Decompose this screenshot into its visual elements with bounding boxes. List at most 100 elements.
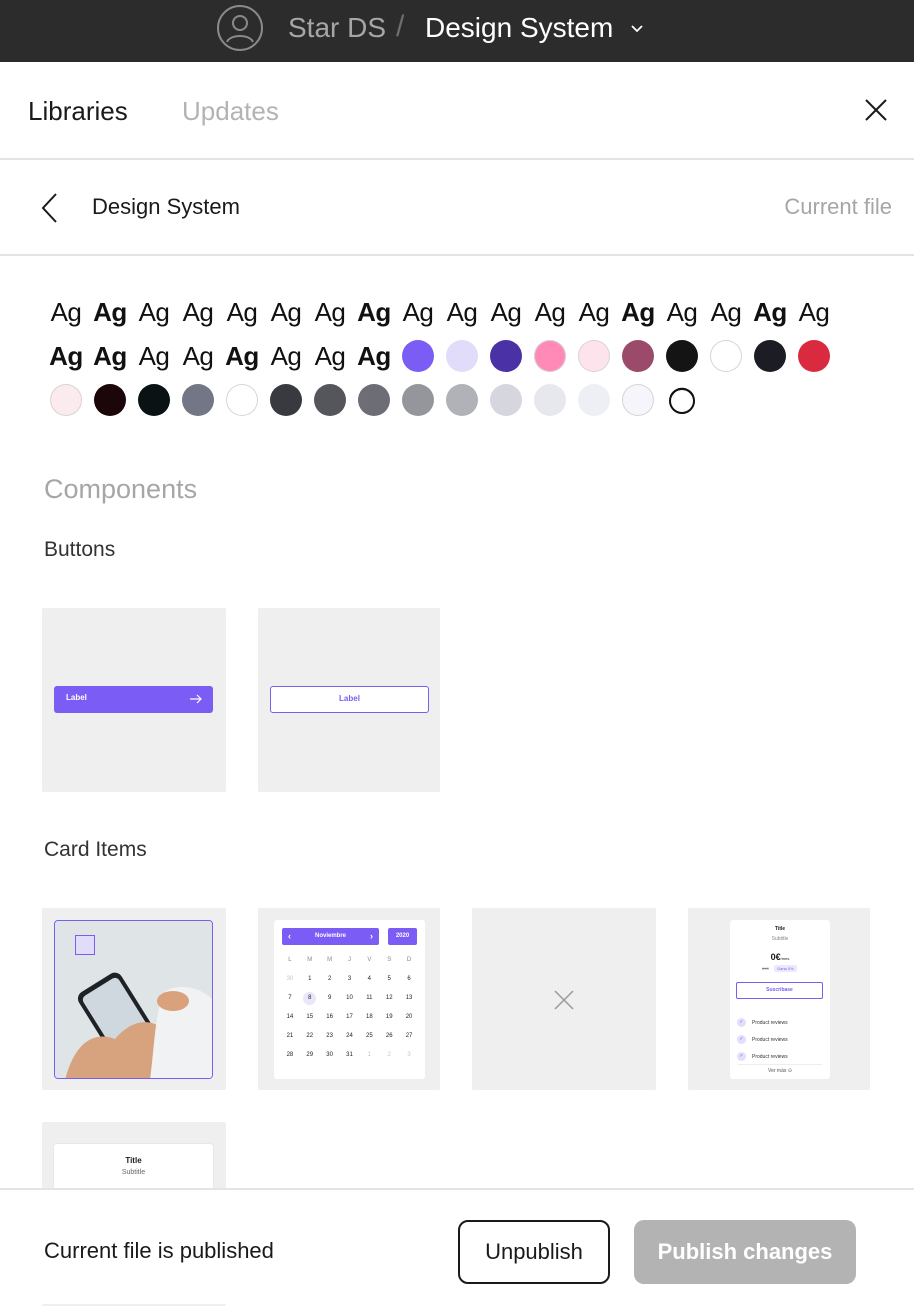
text-style-swatch[interactable]: Ag bbox=[528, 290, 572, 334]
text-style-swatch[interactable]: Ag bbox=[220, 334, 264, 378]
text-style-sample: Ag bbox=[225, 340, 259, 371]
text-style-swatch[interactable]: Ag bbox=[264, 290, 308, 334]
calendar-day: 27 bbox=[405, 1033, 413, 1039]
text-style-swatch[interactable]: Ag bbox=[704, 290, 748, 334]
arrow-right-icon bbox=[190, 694, 202, 704]
color-style-swatch[interactable] bbox=[440, 378, 484, 422]
text-style-swatch[interactable]: Ag bbox=[176, 290, 220, 334]
color-dot bbox=[710, 340, 742, 372]
calendar-day: 11 bbox=[366, 995, 373, 1001]
color-style-swatch[interactable] bbox=[176, 378, 220, 422]
subscription-card-preview: Title Subtitle 0€/mes 99€ Gana 0% Suscri… bbox=[730, 920, 830, 1079]
calendar-weekday: M bbox=[307, 957, 313, 963]
color-style-swatch[interactable] bbox=[44, 378, 88, 422]
color-style-swatch[interactable] bbox=[88, 378, 132, 422]
color-style-swatch[interactable] bbox=[396, 334, 440, 378]
text-style-swatch[interactable]: Ag bbox=[396, 290, 440, 334]
color-style-swatch[interactable] bbox=[220, 378, 264, 422]
color-style-swatch[interactable] bbox=[308, 378, 352, 422]
color-style-swatch[interactable] bbox=[572, 378, 616, 422]
text-style-swatch[interactable]: Ag bbox=[132, 290, 176, 334]
color-style-swatch[interactable] bbox=[132, 378, 176, 422]
color-style-swatch[interactable] bbox=[748, 334, 792, 378]
check-icon: ✓ bbox=[737, 1035, 746, 1044]
text-style-swatch[interactable]: Ag bbox=[44, 290, 88, 334]
text-style-swatch[interactable]: Ag bbox=[792, 290, 836, 334]
text-style-swatch[interactable]: Ag bbox=[572, 290, 616, 334]
color-style-swatch[interactable] bbox=[352, 378, 396, 422]
project-name[interactable]: Star DS bbox=[288, 12, 386, 44]
color-style-swatch[interactable] bbox=[616, 334, 660, 378]
color-style-swatch[interactable] bbox=[264, 378, 308, 422]
color-style-swatch[interactable] bbox=[484, 378, 528, 422]
calendar-day: 31 bbox=[346, 1052, 353, 1058]
color-dot bbox=[578, 340, 610, 372]
text-style-sample: Ag bbox=[50, 296, 82, 327]
color-style-swatch[interactable] bbox=[528, 378, 572, 422]
component-image-card[interactable] bbox=[42, 908, 226, 1090]
color-style-swatch[interactable] bbox=[660, 334, 704, 378]
effect-style-swatch[interactable] bbox=[660, 378, 704, 422]
feature-label: Product reviews bbox=[752, 1053, 788, 1060]
calendar-day: 3 bbox=[407, 1052, 411, 1058]
group-title-card-items: Card Items bbox=[44, 838, 147, 861]
color-style-swatch[interactable] bbox=[484, 334, 528, 378]
color-dot bbox=[446, 340, 478, 372]
text-style-swatch[interactable]: Ag bbox=[748, 290, 792, 334]
text-style-swatch[interactable]: Ag bbox=[308, 290, 352, 334]
tab-libraries[interactable]: Libraries bbox=[28, 96, 128, 127]
color-style-swatch[interactable] bbox=[616, 378, 660, 422]
text-style-swatch[interactable]: Ag bbox=[440, 290, 484, 334]
text-style-swatch[interactable]: Ag bbox=[44, 334, 88, 378]
calendar-weekday: D bbox=[406, 957, 412, 963]
text-style-swatch[interactable]: Ag bbox=[88, 334, 132, 378]
color-style-swatch[interactable] bbox=[528, 334, 572, 378]
user-avatar-icon[interactable] bbox=[216, 4, 264, 52]
unpublish-button[interactable]: Unpublish bbox=[458, 1220, 610, 1284]
color-dot bbox=[358, 384, 390, 416]
color-style-swatch[interactable] bbox=[572, 334, 616, 378]
color-dot bbox=[622, 340, 654, 372]
price-unit: /mes bbox=[780, 956, 790, 961]
subscribe-button: Suscribase bbox=[736, 982, 823, 999]
text-style-swatch[interactable]: Ag bbox=[132, 334, 176, 378]
calendar-day: 8 bbox=[303, 992, 317, 1005]
color-style-swatch[interactable] bbox=[440, 334, 484, 378]
text-style-swatch[interactable]: Ag bbox=[484, 290, 528, 334]
calendar-day: 18 bbox=[366, 1014, 373, 1020]
component-button-primary[interactable]: Label bbox=[42, 608, 226, 792]
component-calendar[interactable]: ‹ Noviembre › 2020 L M M J V S D 30 1 2 3 4 5 6 7 8 9 10 1… bbox=[258, 908, 440, 1090]
feature-label: Product reviews bbox=[752, 1019, 788, 1026]
text-style-swatch[interactable]: Ag bbox=[176, 334, 220, 378]
publish-changes-button[interactable]: Publish changes bbox=[634, 1220, 856, 1284]
color-style-swatch[interactable] bbox=[704, 334, 748, 378]
chevron-left-icon[interactable] bbox=[38, 190, 62, 226]
calendar-weekday: V bbox=[367, 957, 372, 963]
text-style-swatch[interactable]: Ag bbox=[352, 290, 396, 334]
color-dot bbox=[798, 340, 830, 372]
text-style-sample: Ag bbox=[182, 340, 214, 371]
text-style-swatch[interactable]: Ag bbox=[660, 290, 704, 334]
text-style-swatch[interactable]: Ag bbox=[616, 290, 660, 334]
color-dot bbox=[446, 384, 478, 416]
color-dot bbox=[94, 384, 126, 416]
calendar-day: 12 bbox=[385, 995, 393, 1001]
file-name[interactable]: Design System bbox=[425, 12, 613, 44]
calendar-day: 9 bbox=[327, 995, 332, 1001]
component-subscription-card[interactable]: Title Subtitle 0€/mes 99€ Gana 0% Suscri… bbox=[688, 908, 870, 1090]
chevron-down-icon[interactable] bbox=[630, 22, 644, 36]
calendar-month-header: ‹ Noviembre › bbox=[282, 928, 379, 945]
text-style-swatch[interactable]: Ag bbox=[220, 290, 264, 334]
close-icon[interactable] bbox=[862, 96, 890, 124]
calendar-day: 7 bbox=[288, 995, 292, 1001]
color-style-swatch[interactable] bbox=[792, 334, 836, 378]
text-style-swatch[interactable]: Ag bbox=[264, 334, 308, 378]
component-button-outline[interactable]: Label bbox=[258, 608, 440, 792]
tab-updates[interactable]: Updates bbox=[182, 96, 279, 127]
component-placeholder[interactable] bbox=[472, 908, 656, 1090]
text-style-swatch[interactable]: Ag bbox=[352, 334, 396, 378]
text-style-swatch[interactable]: Ag bbox=[88, 290, 132, 334]
color-style-swatch[interactable] bbox=[396, 378, 440, 422]
calendar-day: 1 bbox=[367, 1052, 372, 1058]
text-style-swatch[interactable]: Ag bbox=[308, 334, 352, 378]
